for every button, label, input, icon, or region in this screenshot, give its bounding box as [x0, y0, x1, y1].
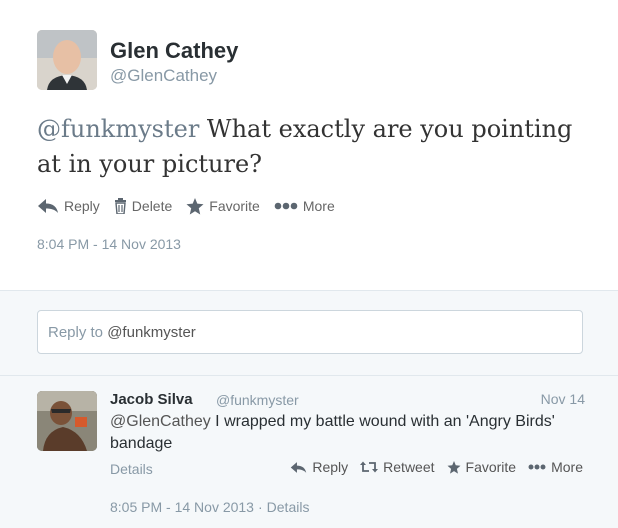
favorite-label: Favorite [209, 198, 260, 214]
reply-author-name[interactable]: Jacob Silva [110, 391, 193, 408]
reply-favorite-button[interactable]: Favorite [447, 459, 517, 475]
reply-author-handle[interactable]: @funkmyster [216, 392, 299, 408]
favorite-button[interactable]: Favorite [186, 197, 260, 215]
more-button[interactable]: More [274, 198, 335, 214]
timestamp-separator: · [257, 499, 263, 515]
reply-icon [38, 199, 58, 213]
reply-input-prefix: Reply to [48, 323, 108, 341]
reply-input-mention: @funkmyster [107, 323, 196, 341]
tweet-text: @funkmyster What exactly are you pointin… [37, 112, 597, 182]
reply-text: @GlenCathey I wrapped my battle wound wi… [110, 411, 580, 455]
more-dots-icon [274, 202, 298, 210]
tweet-panel: Glen Cathey @GlenCathey @funkmyster What… [0, 0, 618, 290]
delete-label: Delete [131, 198, 173, 214]
reply-timestamp[interactable]: 8:05 PM - 14 Nov 2013 [110, 499, 254, 515]
author-name[interactable]: Glen Cathey [110, 38, 238, 64]
reply-more-label: More [551, 459, 583, 475]
reply-details-link[interactable]: Details [110, 461, 153, 477]
tweet-mention-link[interactable]: @funkmyster [37, 115, 199, 143]
more-label: More [302, 198, 335, 214]
reply-more-button[interactable]: More [528, 459, 583, 475]
retweet-label: Retweet [383, 459, 435, 475]
reply-favorite-label: Favorite [465, 459, 517, 475]
reply-timestamp-row: 8:05 PM - 14 Nov 2013 · Details [110, 499, 309, 515]
reply-date[interactable]: Nov 14 [541, 391, 585, 407]
tweet-timestamp[interactable]: 8:04 PM - 14 Nov 2013 [37, 236, 181, 252]
reply-label: Reply [64, 198, 100, 214]
glen-avatar[interactable] [37, 30, 97, 90]
reply-area: Reply to @funkmyster Jacob Silva @funkmy… [0, 290, 618, 528]
retweet-icon [360, 461, 379, 473]
reply-actions: Reply Retweet Favorite More [278, 459, 583, 475]
reply-button[interactable]: Reply [37, 198, 100, 214]
reply-reply-label: Reply [312, 459, 349, 475]
trash-icon [114, 198, 126, 214]
divider [0, 375, 618, 376]
tweet-actions: Reply Delete Favorite More [37, 194, 349, 218]
reply-details-link-2[interactable]: Details [267, 499, 310, 515]
more-dots-icon [528, 464, 546, 470]
reply-reply-button[interactable]: Reply [290, 459, 348, 475]
jacob-avatar[interactable] [37, 391, 97, 451]
star-icon [186, 197, 204, 214]
reply-icon [291, 461, 307, 473]
reply-mention-link[interactable]: @GlenCathey [110, 413, 211, 430]
author-handle[interactable]: @GlenCathey [110, 66, 217, 86]
retweet-button[interactable]: Retweet [360, 459, 435, 475]
delete-button[interactable]: Delete [114, 198, 172, 214]
star-icon [447, 460, 461, 474]
reply-input[interactable]: Reply to @funkmyster [37, 310, 583, 354]
